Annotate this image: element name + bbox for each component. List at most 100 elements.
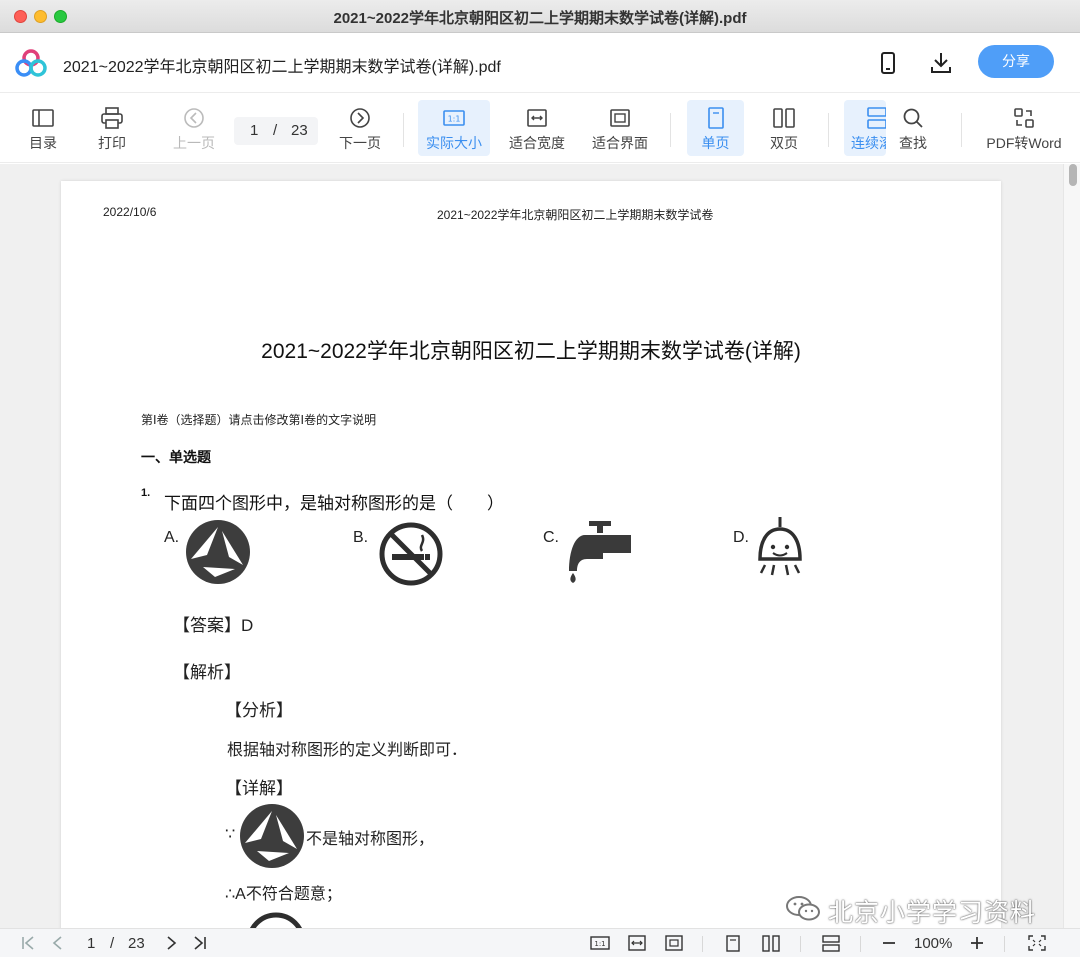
- toc-label: 目录: [29, 135, 57, 151]
- bottom-divider: [800, 936, 801, 952]
- page-total: 23: [291, 122, 308, 139]
- analysis-heading: 【解析】: [173, 663, 241, 682]
- find-label: 查找: [899, 135, 927, 151]
- svg-text:1:1: 1:1: [594, 940, 605, 948]
- double-page-label: 双页: [770, 135, 798, 151]
- last-page-icon[interactable]: [192, 935, 208, 951]
- pdf-to-word-label: PDF转Word: [986, 135, 1062, 151]
- fit-page-icon[interactable]: [665, 935, 683, 951]
- actual-size-icon: 1:1: [443, 110, 465, 126]
- fit-page-button[interactable]: 适合界面: [588, 100, 652, 156]
- toolbar-divider: [403, 113, 404, 147]
- sidebar-icon: [32, 109, 54, 127]
- app-logo-icon: [15, 49, 47, 77]
- bottom-divider: [1004, 936, 1005, 952]
- fit-width-label: 适合宽度: [509, 135, 565, 151]
- toc-button[interactable]: 目录: [18, 100, 68, 156]
- actual-size-button[interactable]: 1:1 实际大小: [418, 100, 490, 156]
- toolbar-divider: [961, 113, 962, 147]
- bottom-bar: 1 / 23 1:1 100%: [0, 928, 1080, 957]
- zoom-out-icon[interactable]: [882, 935, 896, 951]
- zoom-level[interactable]: 100%: [914, 935, 952, 952]
- because-symbol: ∵: [225, 826, 236, 843]
- zoom-in-icon[interactable]: [970, 935, 984, 951]
- no-smoking-icon: [379, 522, 443, 586]
- page-date: 2022/10/6: [103, 205, 157, 219]
- page-current: 1: [250, 122, 259, 139]
- fit-page-icon: [610, 109, 630, 127]
- app-header: 2021~2022学年北京朝阳区初二上学期期末数学试卷(详解).pdf 分享: [0, 33, 1080, 93]
- document-viewer[interactable]: 2022/10/6 2021~2022学年北京朝阳区初二上学期期末数学试卷 20…: [0, 164, 1080, 928]
- next-page-button[interactable]: 下一页: [334, 100, 386, 156]
- section-note: 第Ⅰ卷（选择题）请点击修改第Ⅰ卷的文字说明: [141, 413, 377, 427]
- window-title: 2021~2022学年北京朝阳区初二上学期期末数学试卷(详解).pdf: [333, 10, 747, 27]
- single-page-button[interactable]: 单页: [687, 100, 744, 156]
- option-c-label: C.: [543, 529, 559, 546]
- triangle-logo-icon: [186, 520, 250, 584]
- fit-width-icon[interactable]: [628, 935, 646, 951]
- phone-icon[interactable]: [876, 50, 900, 76]
- option-b-label: B.: [353, 529, 369, 546]
- double-page-icon[interactable]: [762, 935, 780, 952]
- running-header: 2021~2022学年北京朝阳区初二上学期期末数学试卷: [437, 208, 714, 222]
- printer-icon: [101, 107, 123, 129]
- question-number: 1.: [141, 487, 151, 499]
- single-page-label: 单页: [701, 135, 730, 151]
- pdf-to-word-button[interactable]: PDF转Word: [982, 100, 1066, 156]
- toolbar-divider: [828, 113, 829, 147]
- bottom-page-total: 23: [128, 935, 145, 952]
- triangle-logo-icon: [240, 804, 304, 868]
- faucet-icon: [569, 521, 631, 583]
- option-d-label: D.: [733, 529, 749, 546]
- chevron-right-circle-icon: [350, 108, 370, 128]
- lamp-icon: [758, 517, 802, 576]
- therefore-text: ∴A不符合题意；: [225, 886, 342, 903]
- actual-size-label: 实际大小: [426, 135, 482, 151]
- double-page-button[interactable]: 双页: [757, 100, 811, 156]
- pdf-page: 2022/10/6 2021~2022学年北京朝阳区初二上学期期末数学试卷 20…: [61, 181, 1001, 928]
- continuous-scroll-icon[interactable]: [822, 935, 840, 952]
- prev-page-icon[interactable]: [50, 935, 66, 951]
- continuous-scroll-label: 连续滚: [851, 135, 886, 151]
- exam-title: 2021~2022学年北京朝阳区初二上学期期末数学试卷(详解): [261, 340, 801, 363]
- question-text: 下面四个图形中，是轴对称图形的是（ ）: [164, 494, 504, 513]
- prev-page-button[interactable]: 上一页: [166, 100, 222, 156]
- bottom-page-separator: /: [110, 935, 115, 952]
- not-symmetric-text: 不是轴对称图形，: [306, 831, 435, 848]
- next-page-icon[interactable]: [163, 935, 179, 951]
- title-bar: 2021~2022学年北京朝阳区初二上学期期末数学试卷(详解).pdf: [0, 0, 1080, 33]
- page-number-input[interactable]: 1 / 23: [234, 117, 318, 145]
- scrollbar-thumb[interactable]: [1069, 164, 1077, 186]
- actual-size-icon[interactable]: 1:1: [590, 935, 610, 951]
- download-icon[interactable]: [928, 50, 954, 76]
- search-icon: [903, 108, 923, 128]
- document-title: 2021~2022学年北京朝阳区初二上学期期末数学试卷(详解).pdf: [63, 59, 501, 76]
- fit-width-button[interactable]: 适合宽度: [505, 100, 569, 156]
- continuous-scroll-icon: [867, 107, 886, 129]
- svg-text:1:1: 1:1: [448, 115, 461, 124]
- prev-page-label: 上一页: [173, 135, 215, 151]
- fit-page-label: 适合界面: [592, 135, 648, 151]
- continuous-scroll-button[interactable]: 连续滚: [844, 100, 886, 156]
- double-page-icon: [773, 108, 795, 128]
- wechat-icon: [786, 896, 820, 921]
- analysis-subheading: 【分析】: [225, 701, 293, 720]
- detail-heading: 【详解】: [225, 779, 293, 798]
- print-button[interactable]: 打印: [87, 100, 137, 156]
- section-heading: 一、单选题: [141, 449, 211, 465]
- bottom-divider: [860, 936, 861, 952]
- chevron-left-circle-icon: [184, 108, 204, 128]
- toolbar-divider: [670, 113, 671, 147]
- bottom-divider: [702, 936, 703, 952]
- no-smoking-icon: [250, 912, 302, 928]
- toolbar: 目录 打印 上一页 1 / 23 下一页 1:1 实际大小 适合宽度 适合界面 …: [0, 93, 1080, 163]
- first-page-icon[interactable]: [20, 935, 36, 951]
- page-separator: /: [273, 122, 278, 139]
- bottom-page-current[interactable]: 1: [87, 935, 95, 952]
- single-page-icon[interactable]: [726, 935, 740, 952]
- fullscreen-icon[interactable]: [1028, 935, 1046, 951]
- find-button[interactable]: 查找: [886, 100, 940, 156]
- option-a-label: A.: [164, 529, 180, 546]
- vertical-scrollbar[interactable]: [1063, 164, 1080, 928]
- share-button[interactable]: 分享: [978, 45, 1054, 78]
